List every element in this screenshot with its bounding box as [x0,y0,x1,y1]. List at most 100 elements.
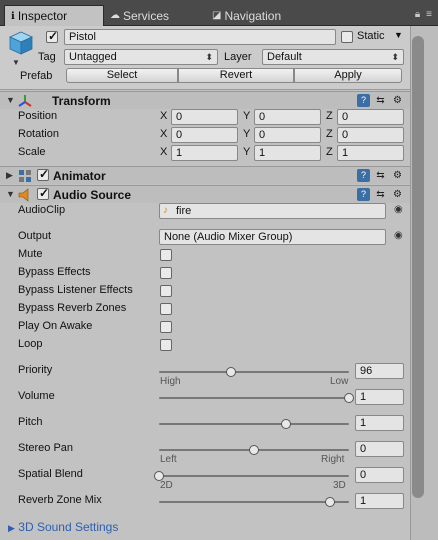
stereo-pan-min-label: Left [160,454,177,465]
prefab-select-button[interactable]: Select [66,68,178,83]
transform-title: Transform [52,94,111,108]
stereo-pan-field[interactable]: 0 [355,441,404,457]
animator-header[interactable]: ▶ Animator ? ⇆ ⚙ [0,166,410,184]
foldout-arrow-icon[interactable]: ▼ [6,95,15,105]
pitch-slider-thumb[interactable] [281,419,292,429]
volume-field[interactable]: 1 [355,389,404,405]
position-label: Position [18,110,58,122]
axis-z-label: Z [326,110,333,122]
bypass-listener-effects-checkbox[interactable] [160,285,172,297]
object-name-field[interactable]: Pistol [64,29,336,45]
gear-icon[interactable]: ⚙ [391,169,404,182]
static-dropdown-icon[interactable]: ▼ [394,30,403,40]
volume-slider-thumb[interactable] [344,393,354,403]
prefab-apply-button[interactable]: Apply [294,68,402,83]
position-z-field[interactable]: 0 [337,109,404,125]
prefab-revert-button[interactable]: Revert [178,68,294,83]
priority-label: Priority [18,364,53,376]
rotation-y-field[interactable]: 0 [254,127,321,143]
axis-x-label: X [160,110,168,122]
pitch-field[interactable]: 1 [355,415,404,431]
audio-source-enabled-checkbox[interactable] [37,186,49,200]
reverb-zone-mix-slider-thumb[interactable] [325,497,335,507]
gear-icon[interactable]: ⚙ [391,188,404,201]
tab-inspector[interactable]: ℹ Inspector [4,5,104,26]
mute-label: Mute [18,248,43,260]
bypass-effects-checkbox[interactable] [160,267,172,279]
priority-max-label: Low [330,376,349,387]
audioclip-field[interactable]: ♪ fire [159,203,386,219]
bypass-effects-label: Bypass Effects [18,266,91,278]
output-field[interactable]: None (Audio Mixer Group) [159,229,386,245]
axis-y-label: Y [243,146,251,158]
static-label: Static [357,30,385,42]
rotation-label: Rotation [18,128,59,140]
animator-title: Animator [53,169,106,183]
axis-x-label: X [160,128,168,140]
audioclip-label: AudioClip [18,204,66,216]
play-on-awake-label: Play On Awake [18,320,93,332]
tag-dropdown[interactable]: Untagged [64,49,218,65]
scale-x-field[interactable]: 1 [171,145,238,161]
bypass-reverb-zones-checkbox[interactable] [160,303,172,315]
preset-icon[interactable]: ⇆ [374,188,387,201]
rotation-z-field[interactable]: 0 [337,127,404,143]
axis-x-label: X [160,146,168,158]
animator-enabled-checkbox[interactable] [37,167,49,181]
volume-slider-track[interactable] [159,397,349,399]
spatial-blend-slider-track[interactable] [159,475,349,477]
foldout-arrow-icon[interactable]: ▶ [6,170,13,181]
reverb-zone-mix-field[interactable]: 1 [355,493,404,509]
menu-icon[interactable]: ≡ [426,9,432,20]
reverb-zone-mix-slider-track[interactable] [159,501,349,503]
loop-checkbox[interactable] [160,339,172,351]
priority-slider-thumb[interactable] [226,367,237,377]
speaker-icon [18,188,29,202]
tab-inspector-label: Inspector [17,9,68,23]
object-picker-icon[interactable]: ◉ [394,230,403,241]
preset-icon[interactable]: ⇆ [374,169,387,182]
audioclip-value: fire [176,205,192,217]
scrollbar-thumb[interactable] [412,36,424,498]
tab-services[interactable]: ☁ Services [104,5,192,26]
audio-source-header[interactable]: ▼ Audio Source ? ⇆ ⚙ [0,185,410,203]
active-checkbox[interactable] [46,29,58,43]
position-x-field[interactable]: 0 [171,109,238,125]
foldout-arrow-icon[interactable]: ▼ [6,189,15,199]
scale-y-field[interactable]: 1 [254,145,321,161]
priority-slider-track[interactable] [159,371,349,373]
transform-icon [18,95,32,107]
spatial-blend-label: Spatial Blend [18,468,83,480]
tab-navigation[interactable]: ◪ Navigation [206,5,306,26]
help-icon[interactable]: ? [357,188,370,201]
reverb-zone-mix-label: Reverb Zone Mix [18,494,102,506]
object-picker-icon[interactable]: ◉ [394,204,403,215]
layer-label: Layer [224,51,252,63]
stereo-pan-slider-thumb[interactable] [249,445,259,455]
output-label: Output [18,230,52,242]
object-header: ▼ Pistol Static ▼ Tag Untagged Layer Def… [0,26,410,90]
static-checkbox[interactable] [341,31,353,43]
scale-label: Scale [18,146,46,158]
position-y-field[interactable]: 0 [254,109,321,125]
play-on-awake-checkbox[interactable] [160,321,172,333]
gear-icon[interactable]: ⚙ [391,94,404,107]
mute-checkbox[interactable] [160,249,172,261]
transform-header[interactable]: ▼ Transform ? ⇆ ⚙ [0,91,410,109]
3d-sound-settings-foldout[interactable]: ▶ 3D Sound Settings [8,520,118,534]
priority-field[interactable]: 96 [355,363,404,379]
scale-z-field[interactable]: 1 [337,145,404,161]
lock-icon[interactable]: 🔒︎ [415,9,420,20]
layer-dropdown[interactable]: Default [262,49,404,65]
loop-label: Loop [18,338,43,350]
axis-y-label: Y [243,128,251,140]
vertical-scrollbar[interactable] [410,26,438,540]
chevron-down-icon[interactable]: ▼ [12,58,20,67]
pitch-slider-track[interactable] [159,423,349,425]
spatial-blend-field[interactable]: 0 [355,467,404,483]
help-icon[interactable]: ? [357,169,370,182]
tab-services-label: Services [123,8,170,23]
rotation-x-field[interactable]: 0 [171,127,238,143]
preset-icon[interactable]: ⇆ [374,94,387,107]
help-icon[interactable]: ? [357,94,370,107]
